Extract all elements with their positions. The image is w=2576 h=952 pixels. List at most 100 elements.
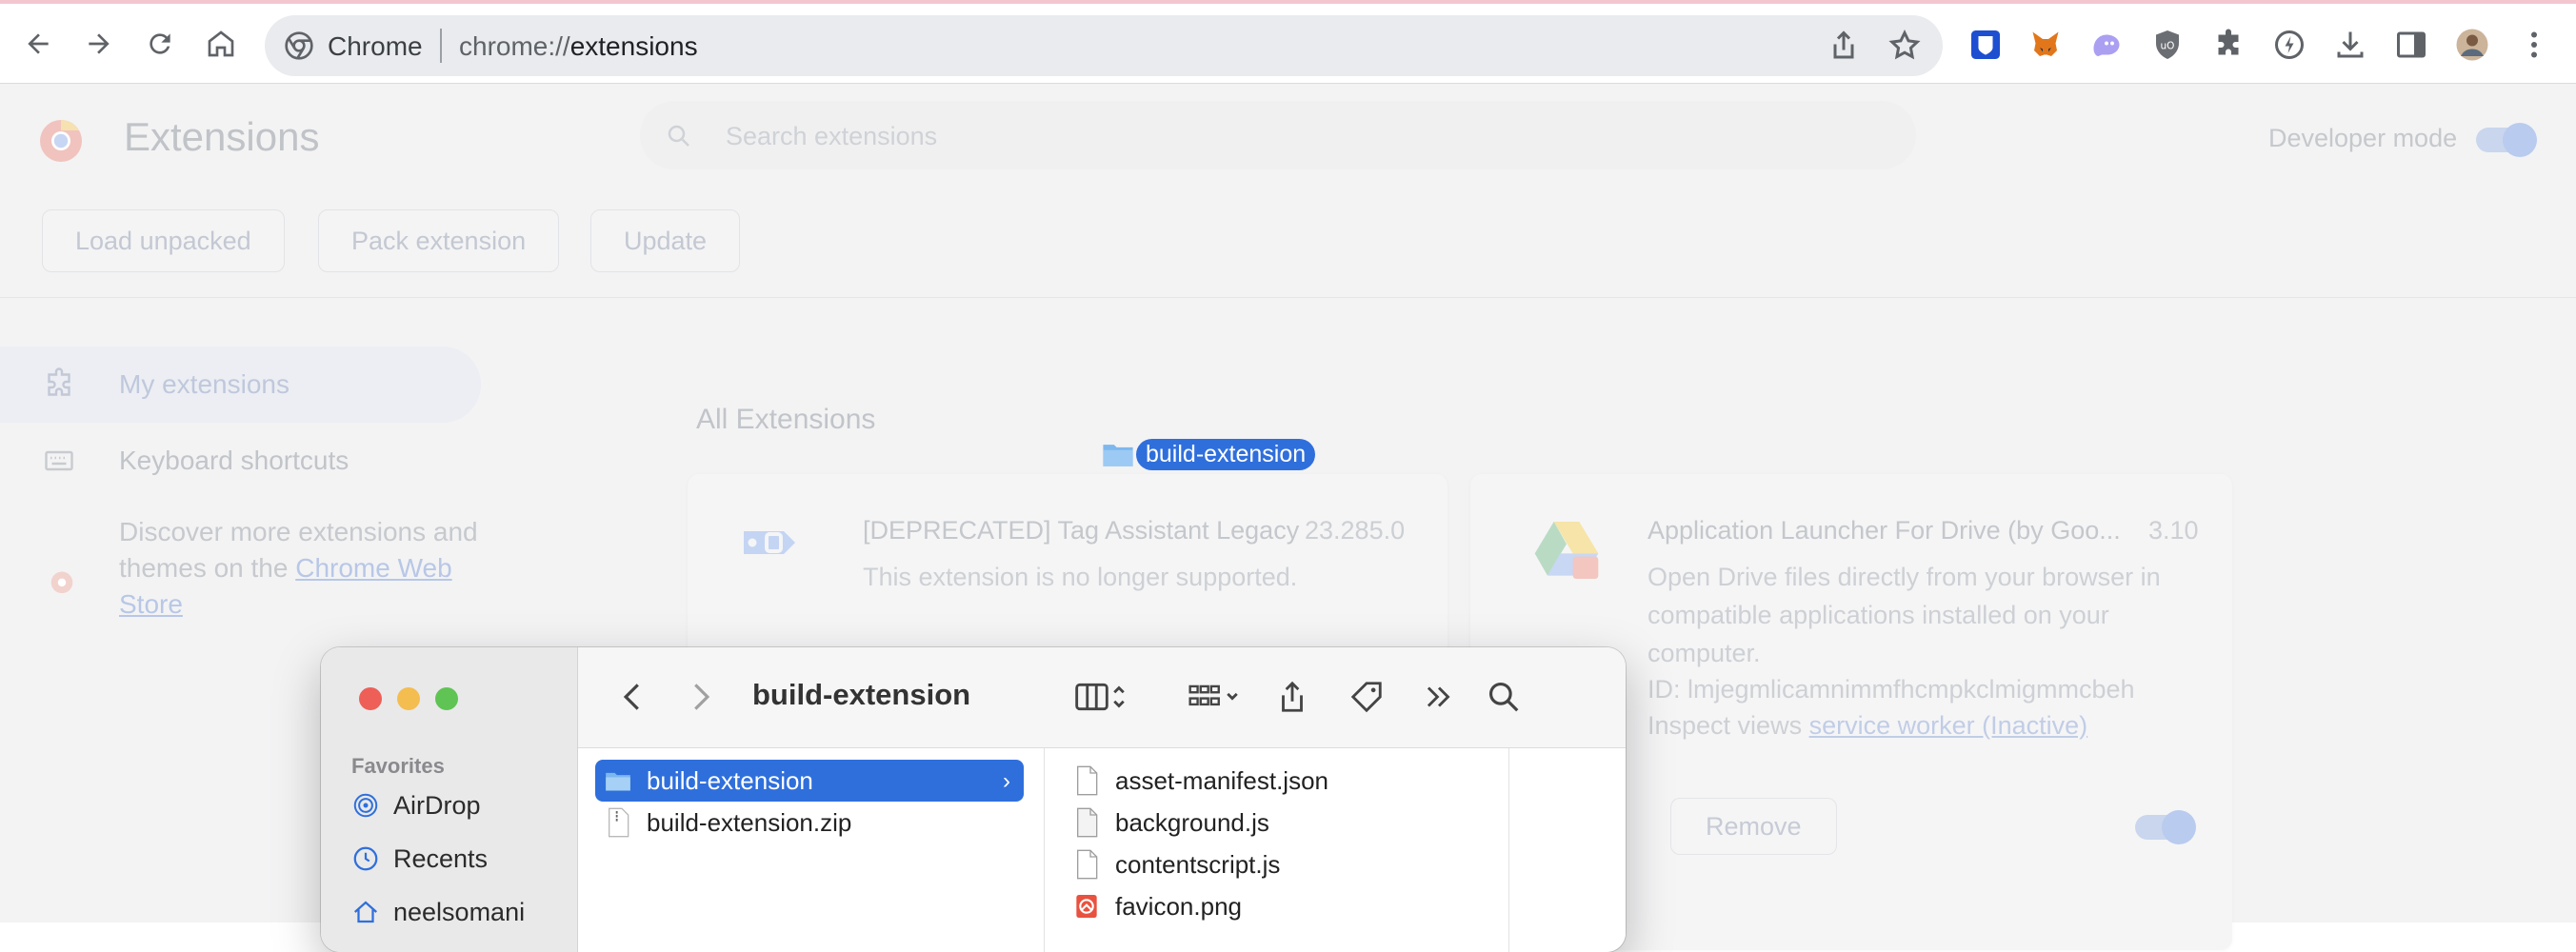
search-input[interactable]: Search extensions — [726, 122, 937, 151]
extensions-menu-button[interactable] — [2208, 25, 2248, 65]
forward-icon — [89, 33, 110, 54]
side-panel-icon — [2397, 31, 2426, 58]
home-icon — [208, 30, 234, 57]
omnibox[interactable]: Chrome chrome://extensions — [265, 15, 1943, 76]
developer-mode-label: Developer mode — [2268, 124, 2458, 152]
metamask-icon — [2032, 31, 2059, 56]
chevron-right-icon: › — [1003, 768, 1010, 794]
sidebar-item-label: Recents — [393, 843, 489, 873]
list-item-build-extension[interactable]: build-extension › — [595, 760, 1024, 802]
list-item-asset-manifest[interactable]: asset-manifest.json — [1073, 760, 1328, 802]
search-icon — [1488, 682, 1519, 712]
json-file-icon — [1077, 765, 1098, 796]
finder-forward-button[interactable] — [679, 676, 721, 718]
toggle-knob — [2162, 810, 2196, 844]
finder-column-3 — [1509, 748, 1626, 952]
performance-button[interactable] — [2269, 25, 2309, 65]
zoom-window-button[interactable] — [435, 687, 458, 710]
inspect-views: Inspect views service worker (Inactive) — [1647, 706, 2087, 744]
service-worker-link[interactable]: service worker (Inactive) — [1809, 711, 2088, 740]
grid-group-icon — [1188, 684, 1238, 706]
extension-name: [DEPRECATED] Tag Assistant Legacy — [863, 516, 1300, 545]
toggle-knob — [2503, 123, 2537, 157]
forward-button[interactable] — [80, 25, 118, 63]
list-item-label: background.js — [1115, 807, 1269, 837]
ublock-extension[interactable]: uO — [2147, 25, 2187, 65]
sidebar-item-label: Keyboard shortcuts — [119, 446, 349, 475]
image-file-icon — [1076, 895, 1097, 918]
profile-button[interactable] — [2452, 25, 2492, 65]
extensions-puzzle-icon — [2218, 29, 2239, 55]
metamask-extension[interactable] — [2026, 25, 2066, 65]
browser-toolbar: Chrome chrome://extensions uO — [0, 0, 2576, 84]
side-panel-button[interactable] — [2391, 25, 2431, 65]
tag-icon — [1350, 682, 1382, 713]
list-item-background-js[interactable]: background.js — [1073, 802, 1269, 843]
finder-window: Favorites AirDrop Recents neelsomani bui… — [321, 647, 1626, 952]
finder-sidebar: Favorites AirDrop Recents neelsomani — [321, 647, 578, 952]
extensions-page: Extensions Search extensions Developer m… — [0, 84, 2576, 952]
js-file-icon — [1077, 849, 1098, 880]
extension-enable-toggle[interactable] — [2135, 810, 2196, 844]
chrome-menu-button[interactable] — [2514, 25, 2554, 65]
omnibox-site-name: Chrome — [328, 31, 423, 61]
sidebar-item-recents[interactable]: Recents — [351, 840, 488, 878]
omnibox-url[interactable]: chrome://extensions — [459, 31, 698, 62]
load-unpacked-button[interactable]: Load unpacked — [42, 209, 285, 272]
list-item-label: asset-manifest.json — [1115, 765, 1328, 795]
sidebar-item-airdrop[interactable]: AirDrop — [351, 786, 481, 824]
list-item-label: build-extension — [647, 765, 813, 795]
drag-ghost: build-extension — [1102, 438, 1316, 470]
remove-button[interactable]: Remove — [1670, 798, 1837, 855]
zip-file-icon — [609, 807, 629, 838]
developer-mode-toggle[interactable] — [2476, 123, 2537, 157]
downloads-button[interactable] — [2330, 25, 2370, 65]
search-extensions-field[interactable]: Search extensions — [640, 101, 1916, 169]
finder-search-button[interactable] — [1483, 676, 1525, 718]
phantom-extension[interactable] — [2087, 25, 2127, 65]
pack-extension-button[interactable]: Pack extension — [318, 209, 560, 272]
group-button[interactable] — [1178, 676, 1250, 718]
finder-back-button[interactable] — [612, 676, 654, 718]
bookmark-star-icon[interactable] — [1887, 29, 1922, 63]
section-title: All Extensions — [696, 404, 876, 435]
extension-version: 23.285.0 — [1305, 516, 1406, 545]
home-button[interactable] — [202, 25, 240, 63]
close-window-button[interactable] — [359, 687, 382, 710]
finder-toolbar: build-extension — [578, 647, 1626, 748]
extension-description: Open Drive files directly from your brow… — [1647, 563, 2161, 667]
drag-ghost-label: build-extension — [1136, 438, 1316, 470]
minimize-window-button[interactable] — [397, 687, 420, 710]
clock-icon — [353, 846, 378, 871]
finder-window-title: build-extension — [752, 678, 971, 711]
sidebar-item-keyboard-shortcuts[interactable]: Keyboard shortcuts — [0, 423, 481, 499]
update-button[interactable]: Update — [590, 209, 741, 272]
sidebar-item-label: My extensions — [119, 369, 290, 399]
share-icon[interactable] — [1827, 29, 1861, 63]
view-mode-button[interactable] — [1068, 676, 1134, 718]
url-host: extensions — [569, 31, 698, 61]
folder-icon — [606, 772, 630, 791]
downloads-icon — [2337, 31, 2364, 58]
folder-icon — [1103, 445, 1133, 466]
sidebar-item-my-extensions[interactable]: My extensions — [0, 347, 481, 423]
performance-icon — [2275, 30, 2304, 59]
finder-share-button[interactable] — [1271, 676, 1313, 718]
bitwarden-extension[interactable] — [1966, 25, 2006, 65]
list-item-build-extension-zip[interactable]: build-extension.zip — [605, 802, 851, 843]
reload-button[interactable] — [141, 25, 179, 63]
share-icon — [1282, 681, 1303, 712]
list-item-favicon-png[interactable]: favicon.png — [1073, 885, 1242, 927]
bitwarden-icon — [1971, 30, 2000, 59]
list-item-label: build-extension.zip — [647, 807, 852, 837]
column-view-icon — [1075, 683, 1125, 711]
tags-button[interactable] — [1346, 676, 1388, 718]
header-divider — [0, 297, 2576, 298]
finder-column-2: asset-manifest.json background.js conten… — [1045, 748, 1509, 952]
sidebar-item-home[interactable]: neelsomani — [351, 893, 525, 931]
more-toolbar-button[interactable] — [1418, 676, 1460, 718]
double-chevron-icon — [1427, 686, 1450, 707]
list-item-contentscript-js[interactable]: contentscript.js — [1073, 843, 1280, 885]
puzzle-icon — [48, 367, 70, 396]
back-button[interactable] — [19, 25, 57, 63]
